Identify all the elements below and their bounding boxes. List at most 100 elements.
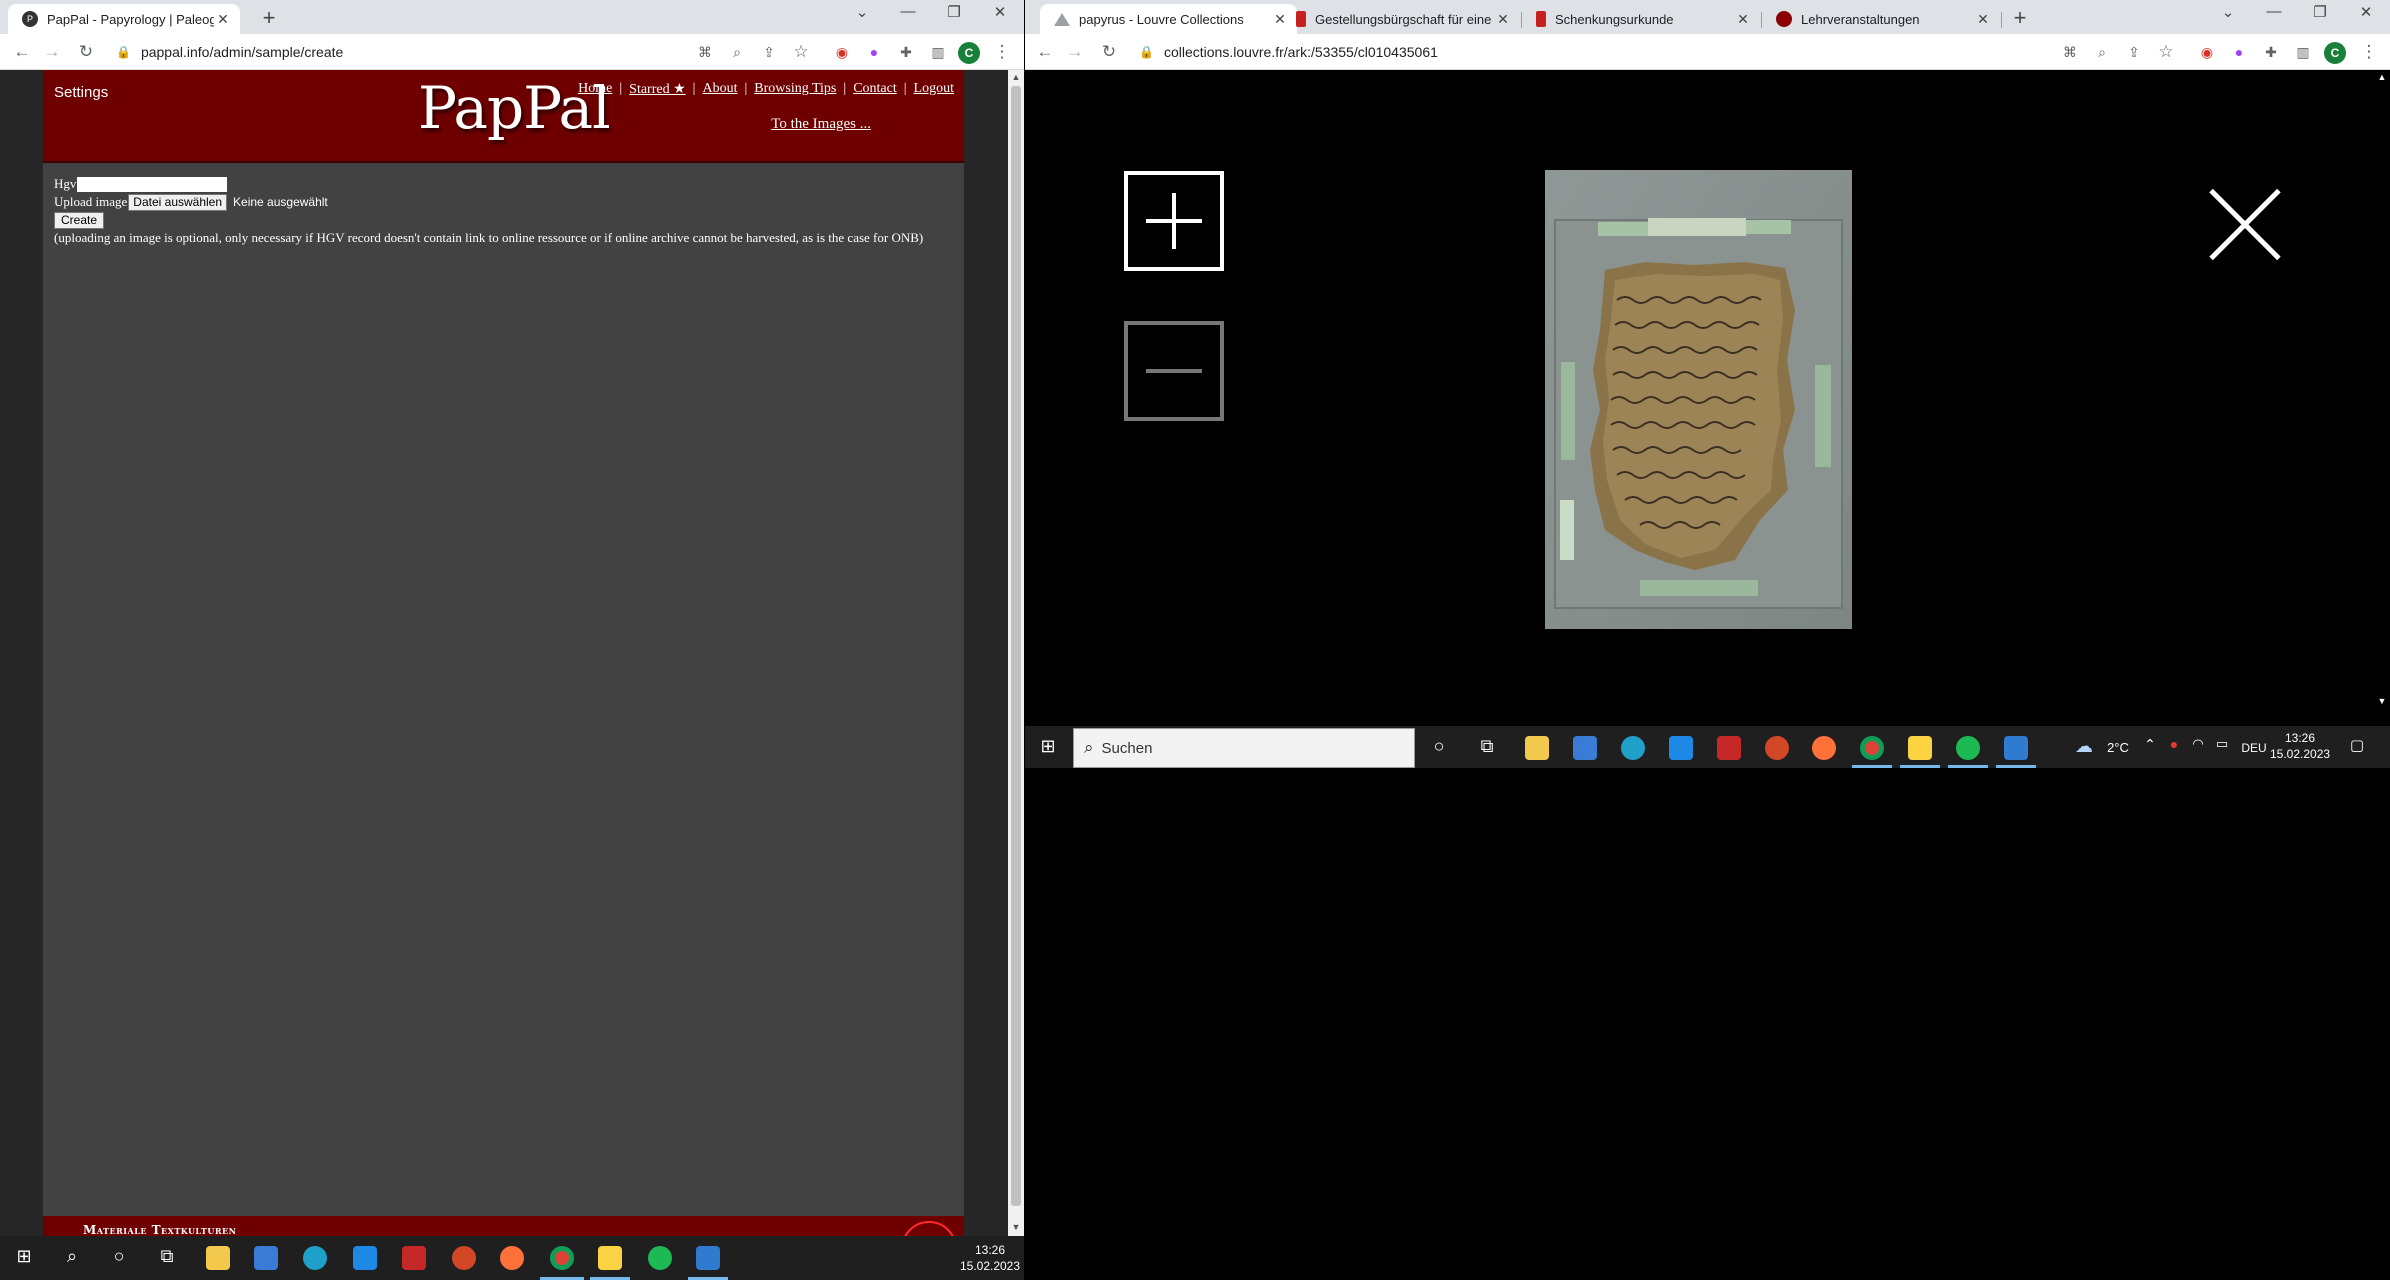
forward-icon[interactable]: →: [40, 41, 64, 63]
bookmark-star-icon[interactable]: ☆: [2154, 41, 2178, 63]
store-icon[interactable]: [254, 1246, 278, 1270]
address-bar[interactable]: 🔒 collections.louvre.fr/ark:/53355/cl010…: [1139, 38, 2039, 66]
spotify-icon[interactable]: [648, 1246, 672, 1270]
bookmark-star-icon[interactable]: ☆: [789, 41, 813, 63]
tab-search-icon[interactable]: ⌄: [2208, 3, 2248, 21]
mail-icon[interactable]: [1669, 736, 1693, 760]
nav-browsing-tips[interactable]: Browsing Tips: [754, 81, 836, 98]
create-button[interactable]: Create: [54, 211, 105, 229]
extensions-puzzle-icon[interactable]: ✚: [894, 41, 918, 63]
scroll-down-icon[interactable]: ▼: [1008, 1222, 1024, 1232]
cortana-icon[interactable]: ○: [1425, 736, 1453, 757]
windows-start-icon[interactable]: ⊞: [10, 1246, 38, 1267]
menu-icon[interactable]: ⋮: [990, 41, 1014, 63]
settings-link[interactable]: Settings: [54, 84, 108, 101]
scroll-down-icon[interactable]: ▼: [2374, 696, 2390, 706]
tab-louvre[interactable]: papyrus - Louvre Collections ✕: [1040, 4, 1297, 34]
tab-gestellungsburgschaft[interactable]: Gestellungsbürgschaft für eine N ✕: [1282, 4, 1520, 34]
tab-lehrveranstaltungen[interactable]: Lehrveranstaltungen ✕: [1762, 4, 2000, 34]
address-bar[interactable]: 🔒 pappal.info/admin/sample/create: [116, 38, 676, 66]
nav-starred[interactable]: Starred ★: [629, 81, 685, 98]
close-viewer-button[interactable]: [2205, 185, 2285, 265]
mail-icon[interactable]: [353, 1246, 377, 1270]
reload-icon[interactable]: ↻: [74, 41, 98, 63]
tab-close-icon[interactable]: ✕: [1734, 11, 1752, 28]
firefox-icon[interactable]: [1812, 736, 1836, 760]
tab-close-icon[interactable]: ✕: [1494, 11, 1512, 28]
hgv-input[interactable]: [77, 176, 228, 192]
forward-icon[interactable]: →: [1063, 41, 1087, 63]
papyrus-image[interactable]: [1545, 170, 1852, 629]
weather-temp[interactable]: 2°C: [2098, 740, 2138, 756]
translate-icon[interactable]: ⌘: [693, 41, 717, 63]
back-icon[interactable]: ←: [10, 41, 34, 63]
tab-close-icon[interactable]: ✕: [1974, 11, 1992, 28]
left-clock[interactable]: 13:26 15.02.2023: [956, 1242, 1024, 1274]
back-icon[interactable]: ←: [1033, 41, 1057, 63]
task-view-icon[interactable]: ⧉: [1473, 736, 1501, 757]
extension-red-icon[interactable]: ◉: [2195, 41, 2219, 63]
nav-logout[interactable]: Logout: [914, 81, 954, 98]
photos-icon[interactable]: [2004, 736, 2028, 760]
cortana-icon[interactable]: ○: [105, 1246, 133, 1267]
zoom-icon[interactable]: ⌕: [2090, 41, 2114, 63]
extension-purple-icon[interactable]: ●: [2227, 41, 2251, 63]
extensions-puzzle-icon[interactable]: ✚: [2259, 41, 2283, 63]
nav-home[interactable]: Home: [578, 81, 612, 98]
reload-icon[interactable]: ↻: [1097, 41, 1121, 63]
choose-file-button[interactable]: Datei auswählen: [128, 193, 228, 211]
new-tab-button[interactable]: +: [256, 5, 282, 31]
acrobat-icon[interactable]: [402, 1246, 426, 1270]
weather-cloud-icon[interactable]: ☁: [2070, 736, 2098, 757]
minimize-button[interactable]: —: [888, 3, 928, 20]
file-explorer-icon[interactable]: [1525, 736, 1549, 760]
window-close-button[interactable]: ✕: [980, 3, 1020, 21]
files-app-icon[interactable]: [598, 1246, 622, 1270]
extension-purple-icon[interactable]: ●: [862, 41, 886, 63]
scroll-thumb[interactable]: [1011, 86, 1021, 1206]
notification-icon[interactable]: ▢: [2343, 736, 2371, 754]
windows-start-icon[interactable]: ⊞: [1034, 736, 1062, 757]
chrome-icon[interactable]: [550, 1246, 574, 1270]
spotify-icon[interactable]: [1956, 736, 1980, 760]
right-scrollbar[interactable]: ▲ ▼: [2374, 70, 2390, 710]
restore-button[interactable]: ❐: [934, 3, 974, 21]
extension-red-icon[interactable]: ◉: [830, 41, 854, 63]
store-icon[interactable]: [1573, 736, 1597, 760]
files-app-icon[interactable]: [1908, 736, 1932, 760]
tab-search-icon[interactable]: ⌄: [842, 3, 882, 21]
zoom-out-button[interactable]: [1124, 321, 1224, 421]
minimize-button[interactable]: —: [2254, 3, 2294, 20]
restore-button[interactable]: ❐: [2300, 3, 2340, 21]
scroll-up-icon[interactable]: ▲: [1008, 72, 1024, 82]
photos-icon[interactable]: [696, 1246, 720, 1270]
search-icon[interactable]: ⌕: [58, 1246, 86, 1267]
profile-avatar[interactable]: C: [958, 42, 980, 64]
menu-icon[interactable]: ⋮: [2357, 41, 2381, 63]
edge-icon[interactable]: [303, 1246, 327, 1270]
share-icon[interactable]: ⇪: [757, 41, 781, 63]
zoom-in-button[interactable]: [1124, 171, 1224, 271]
file-explorer-icon[interactable]: [206, 1246, 230, 1270]
language-indicator[interactable]: DEU: [2238, 740, 2270, 756]
task-view-icon[interactable]: ⧉: [153, 1246, 181, 1267]
footer-text[interactable]: Materiale Textkulturen: [83, 1223, 236, 1236]
zoom-icon[interactable]: ⌕: [725, 41, 749, 63]
taskbar-search-box[interactable]: ⌕ Suchen: [1073, 728, 1415, 768]
scroll-up-icon[interactable]: ▲: [2374, 72, 2390, 82]
right-clock[interactable]: 13:26 15.02.2023: [2270, 730, 2330, 762]
side-panel-icon[interactable]: ▥: [2291, 41, 2315, 63]
firefox-icon[interactable]: [500, 1246, 524, 1270]
tab-close-icon[interactable]: ✕: [214, 11, 232, 28]
tab-schenkungsurkunde[interactable]: Schenkungsurkunde ✕: [1522, 4, 1760, 34]
to-the-images-link[interactable]: To the Images ...: [771, 116, 871, 133]
left-scrollbar[interactable]: ▲ ▼: [1008, 70, 1024, 1236]
powerpoint-icon[interactable]: [1765, 736, 1789, 760]
tab-pappal[interactable]: P PapPal - Papyrology | Paleography ✕: [8, 4, 240, 34]
acrobat-icon[interactable]: [1717, 736, 1741, 760]
new-tab-button[interactable]: +: [2007, 5, 2033, 31]
nav-about[interactable]: About: [702, 81, 737, 98]
chrome-icon[interactable]: [1860, 736, 1884, 760]
footer-logo-circle[interactable]: [901, 1221, 957, 1236]
window-close-button[interactable]: ✕: [2346, 3, 2386, 21]
